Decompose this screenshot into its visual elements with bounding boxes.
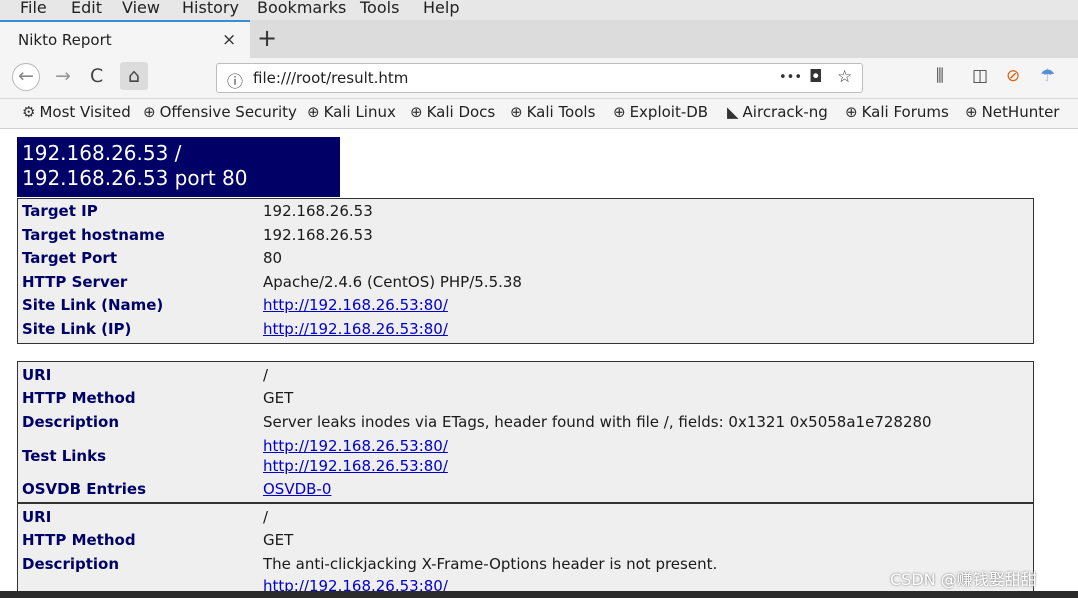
tab-nikto-report[interactable]: Nikto Report × bbox=[0, 20, 250, 58]
test-link-2[interactable]: http://192.168.26.53:80/ bbox=[263, 457, 448, 475]
host-header: 192.168.26.53 / 192.168.26.53 port 80 bbox=[17, 137, 340, 197]
bookmark-kali-tools[interactable]: ⊕ Kali Tools bbox=[510, 103, 595, 121]
test-link-1[interactable]: http://192.168.26.53:80/ bbox=[263, 437, 448, 455]
menu-tools[interactable]: Tools bbox=[360, 0, 399, 17]
menu-help[interactable]: Help bbox=[423, 0, 459, 17]
tab-strip: Nikto Report × + bbox=[0, 20, 1078, 58]
host-line-1: 192.168.26.53 / bbox=[22, 141, 182, 165]
test-links-label: Test Links bbox=[22, 447, 107, 465]
description-value: The anti-clickjacking X-Frame-Options he… bbox=[263, 555, 718, 573]
bookmarks-bar: ⚙ Most Visited ⊕ Offensive Security ⊕ Kali … bbox=[0, 99, 1078, 129]
extension-icon[interactable]: ⊘ bbox=[1006, 66, 1020, 86]
globe-icon: ⊕ bbox=[510, 103, 523, 121]
target-port-label: Target Port bbox=[22, 249, 117, 267]
star-icon[interactable]: ☆ bbox=[837, 67, 852, 87]
uri-label: URI bbox=[22, 508, 52, 526]
info-icon[interactable]: ⓘ bbox=[227, 68, 243, 92]
menu-bookmarks[interactable]: Bookmarks bbox=[257, 0, 346, 17]
bookmark-exploit-db[interactable]: ⊕ Exploit-DB bbox=[613, 103, 708, 121]
back-icon[interactable]: ← bbox=[12, 63, 40, 91]
forward-icon[interactable]: → bbox=[55, 65, 71, 87]
home-icon[interactable]: ⌂ bbox=[120, 62, 148, 90]
globe-icon: ⊕ bbox=[307, 103, 320, 121]
description-value: Server leaks inodes via ETags, header fo… bbox=[263, 413, 932, 431]
addon-icon[interactable]: ☂ bbox=[1040, 66, 1055, 86]
new-tab-button[interactable]: + bbox=[257, 24, 277, 52]
bookmark-nethunter[interactable]: ⊕ NetHunter bbox=[965, 103, 1059, 121]
page-content: 192.168.26.53 / 192.168.26.53 port 80 Ta… bbox=[0, 129, 1078, 598]
bookmark-kali-linux[interactable]: ⊕ Kali Linux bbox=[307, 103, 396, 121]
target-hostname-label: Target hostname bbox=[22, 226, 165, 244]
menu-edit[interactable]: Edit bbox=[71, 0, 102, 17]
globe-icon: ⊕ bbox=[613, 103, 626, 121]
http-method-value: GET bbox=[263, 389, 294, 407]
globe-icon: ⊕ bbox=[143, 103, 156, 121]
aircrack-icon: ◣ bbox=[727, 103, 739, 121]
http-method-value: GET bbox=[263, 531, 294, 549]
site-link-name-label: Site Link (Name) bbox=[22, 296, 164, 314]
bookmark-kali-docs[interactable]: ⊕ Kali Docs bbox=[410, 103, 495, 121]
http-server-label: HTTP Server bbox=[22, 273, 128, 291]
finding-2-table: URI / HTTP Method GET Description The an… bbox=[17, 503, 1034, 598]
uri-value: / bbox=[263, 508, 269, 526]
menu-file[interactable]: File bbox=[20, 0, 47, 17]
target-hostname-value: 192.168.26.53 bbox=[263, 226, 373, 244]
summary-table: Target IP 192.168.26.53 Target hostname … bbox=[17, 198, 1034, 344]
url-bar[interactable]: ⓘ file:///root/result.htm ••• ◘ ☆ bbox=[216, 63, 863, 93]
osvdb-link[interactable]: OSVDB-0 bbox=[263, 480, 331, 498]
site-link-ip-label: Site Link (IP) bbox=[22, 320, 132, 338]
http-method-label: HTTP Method bbox=[22, 531, 136, 549]
site-link-name[interactable]: http://192.168.26.53:80/ bbox=[263, 296, 448, 314]
library-icon[interactable]: ⫼ bbox=[936, 66, 944, 86]
bookmark-kali-forums[interactable]: ⊕ Kali Forums bbox=[845, 103, 949, 121]
description-label: Description bbox=[22, 413, 120, 431]
target-port-value: 80 bbox=[263, 249, 283, 267]
http-method-label: HTTP Method bbox=[22, 389, 136, 407]
bottom-edge bbox=[0, 591, 1078, 598]
bookmark-most-visited[interactable]: ⚙ Most Visited bbox=[22, 103, 131, 121]
osvdb-label: OSVDB Entries bbox=[22, 480, 147, 498]
target-ip-value: 192.168.26.53 bbox=[263, 202, 373, 220]
reload-icon[interactable]: C bbox=[90, 65, 103, 87]
globe-icon: ⊕ bbox=[410, 103, 423, 121]
uri-value: / bbox=[263, 366, 269, 384]
description-label: Description bbox=[22, 555, 120, 573]
bookmark-aircrack-ng[interactable]: ◣ Aircrack-ng bbox=[727, 103, 828, 121]
tab-title: Nikto Report bbox=[18, 31, 112, 49]
menu-view[interactable]: View bbox=[122, 0, 160, 17]
tab-close-icon[interactable]: × bbox=[222, 30, 236, 50]
target-ip-label: Target IP bbox=[22, 202, 98, 220]
site-link-ip[interactable]: http://192.168.26.53:80/ bbox=[263, 320, 448, 338]
menu-bar: File Edit View History Bookmarks Tools H… bbox=[0, 0, 1078, 20]
page-actions-icon[interactable]: ••• bbox=[779, 70, 802, 85]
watermark: CSDN @赚钱娶甜甜 bbox=[890, 570, 1037, 589]
host-line-2: 192.168.26.53 port 80 bbox=[22, 166, 248, 190]
nav-toolbar: ← → C ⌂ ⓘ file:///root/result.htm ••• ◘ … bbox=[0, 58, 1078, 99]
gear-icon: ⚙ bbox=[22, 103, 36, 121]
http-server-value: Apache/2.4.6 (CentOS) PHP/5.5.38 bbox=[263, 273, 522, 291]
sidebar-icon[interactable]: ◫ bbox=[972, 66, 988, 86]
finding-1-table: URI / HTTP Method GET Description Server… bbox=[17, 361, 1034, 503]
uri-label: URI bbox=[22, 366, 52, 384]
url-input[interactable]: file:///root/result.htm bbox=[253, 69, 408, 87]
globe-icon: ⊕ bbox=[965, 103, 978, 121]
pocket-icon[interactable]: ◘ bbox=[809, 67, 822, 87]
bookmark-offensive-security[interactable]: ⊕ Offensive Security bbox=[143, 103, 297, 121]
globe-icon: ⊕ bbox=[845, 103, 858, 121]
menu-history[interactable]: History bbox=[182, 0, 239, 17]
